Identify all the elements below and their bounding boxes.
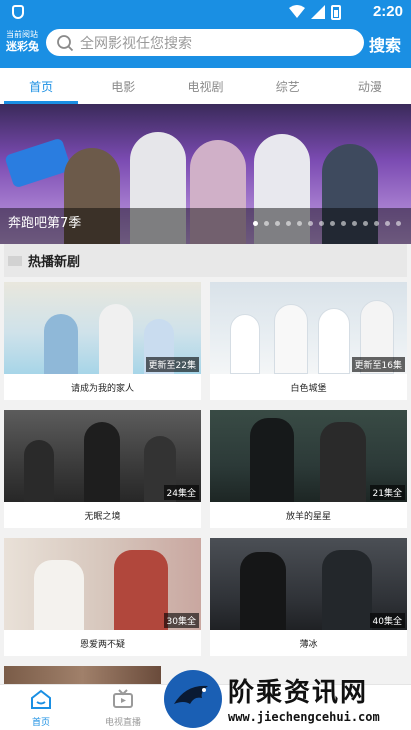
- banner-dot[interactable]: [308, 221, 313, 226]
- drama-poster: 更新至22集: [4, 282, 201, 374]
- drama-title: 无眠之境: [84, 512, 121, 522]
- episode-badge: 更新至22集: [145, 357, 199, 372]
- drama-poster: 30集全: [4, 538, 201, 630]
- banner-dot[interactable]: [385, 221, 390, 226]
- tab-label: 动漫: [357, 80, 382, 94]
- drama-card[interactable]: 40集全 薄冰: [210, 538, 407, 656]
- drama-card[interactable]: 21集全 放羊的星星: [210, 410, 407, 528]
- drama-title: 请成为我的家人: [70, 384, 134, 394]
- drama-poster: 40集全: [210, 538, 407, 630]
- drama-title: 白色城堡: [290, 384, 327, 394]
- episode-badge: 40集全: [369, 613, 405, 628]
- nav-label: 电视直播: [104, 718, 141, 728]
- tv-icon: [113, 689, 133, 708]
- episode-badge: 30集全: [163, 613, 199, 628]
- banner-dot[interactable]: [330, 221, 335, 226]
- drama-title: 放羊的星星: [285, 512, 331, 522]
- episode-badge: 24集全: [163, 485, 199, 500]
- banner-dot[interactable]: [363, 221, 368, 226]
- banner-dot[interactable]: [297, 221, 302, 226]
- shield-icon: [12, 5, 24, 19]
- top-header: 当前阅站 迷彩兔 全网影视任您搜索 搜索: [0, 24, 411, 68]
- watermark-url: www.jiechengcehui.com: [228, 710, 380, 724]
- search-placeholder: 全网影视任您搜索: [80, 35, 192, 52]
- section-title: 热播新剧: [28, 255, 81, 270]
- search-button[interactable]: 搜索: [369, 32, 401, 56]
- tab-label: 电视剧: [187, 80, 224, 94]
- tab-label: 综艺: [275, 80, 300, 94]
- banner-title: 奔跑吧第7季: [8, 216, 82, 231]
- location-name: 迷彩兔: [6, 39, 39, 53]
- banner-dot[interactable]: [275, 221, 280, 226]
- location-label: 当前阅站: [6, 30, 38, 39]
- drama-poster: 更新至16集: [210, 282, 407, 374]
- banner-dot[interactable]: [341, 221, 346, 226]
- tab-variety[interactable]: 综艺: [247, 68, 329, 104]
- home-icon: [31, 689, 51, 709]
- wifi-icon: [289, 5, 305, 18]
- banner-dot[interactable]: [396, 221, 401, 226]
- tab-movie[interactable]: 电影: [82, 68, 164, 104]
- banner-dot[interactable]: [352, 221, 357, 226]
- show-logo: [4, 137, 72, 189]
- tab-home[interactable]: 首页: [0, 68, 82, 104]
- tab-tv-series[interactable]: 电视剧: [164, 68, 246, 104]
- nav-tv-live[interactable]: 电视直播: [82, 685, 164, 730]
- drama-card[interactable]: 24集全 无眠之境: [4, 410, 201, 528]
- search-icon: [57, 34, 74, 51]
- banner-carousel[interactable]: 奔跑吧第7季: [0, 104, 411, 244]
- eagle-logo-icon: [164, 670, 222, 728]
- watermark-text: 阶乘资讯网: [228, 678, 369, 708]
- category-tabs: 首页 电影 电视剧 综艺 动漫: [0, 68, 411, 104]
- drama-poster: 24集全: [4, 410, 201, 502]
- tab-label: 电影: [111, 80, 136, 94]
- drama-poster: 21集全: [210, 410, 407, 502]
- banner-dot[interactable]: [264, 221, 269, 226]
- tab-anime[interactable]: 动漫: [329, 68, 411, 104]
- watermark: 阶乘资讯网 www.jiechengcehui.com: [162, 668, 411, 730]
- banner-dot[interactable]: [374, 221, 379, 226]
- nav-label: 首页: [31, 718, 50, 728]
- episode-badge: 21集全: [369, 485, 405, 500]
- search-input[interactable]: 全网影视任您搜索: [46, 29, 364, 56]
- drama-poster-partial[interactable]: [4, 666, 161, 686]
- status-time: 2:20: [372, 3, 403, 20]
- section-marker: [8, 255, 22, 266]
- banner-indicator: [253, 221, 401, 226]
- signal-icon: [311, 5, 325, 19]
- tab-label: 首页: [29, 80, 54, 94]
- episode-badge: 更新至16集: [351, 357, 405, 372]
- nav-home[interactable]: 首页: [0, 685, 82, 730]
- drama-title: 恩爱两不疑: [79, 640, 125, 650]
- drama-card[interactable]: 更新至22集 请成为我的家人: [4, 282, 201, 400]
- banner-dot[interactable]: [253, 221, 258, 226]
- location-selector[interactable]: 当前阅站 迷彩兔: [6, 30, 46, 53]
- section-header: 热播新剧: [4, 244, 407, 277]
- drama-title: 薄冰: [299, 640, 318, 650]
- banner-dot[interactable]: [286, 221, 291, 226]
- drama-card[interactable]: 更新至16集 白色城堡: [210, 282, 407, 400]
- drama-card[interactable]: 30集全 恩爱两不疑: [4, 538, 201, 656]
- status-icons: [289, 4, 341, 20]
- battery-icon: [331, 4, 341, 20]
- banner-dot[interactable]: [319, 221, 324, 226]
- status-bar: 2:20: [0, 0, 411, 24]
